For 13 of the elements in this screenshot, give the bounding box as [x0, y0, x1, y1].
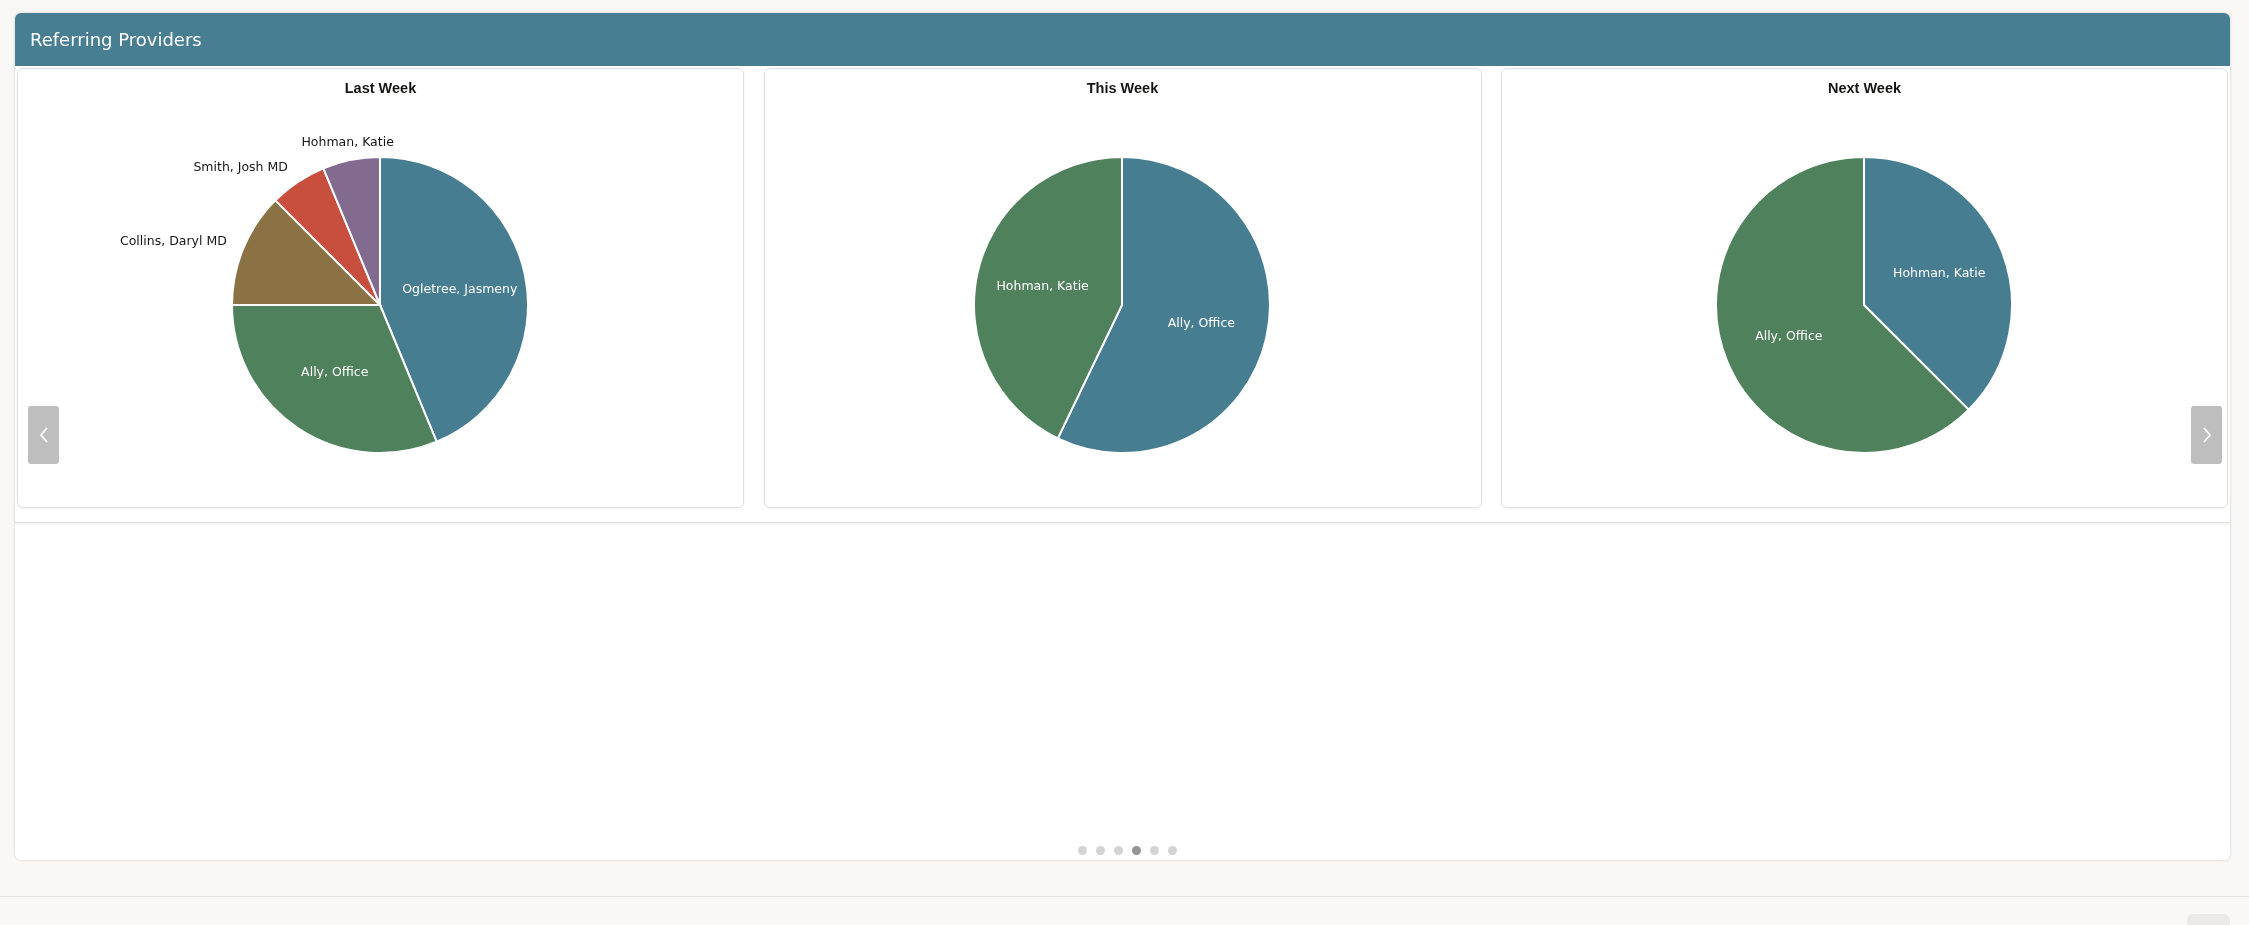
region-title: Referring Providers [30, 29, 202, 50]
slice-label: Hohman, Katie [301, 133, 394, 149]
slice-label: Smith, Josh MD [193, 158, 288, 174]
slice-label: Hohman, Katie [996, 278, 1089, 294]
slice-label: Ally, Office [1167, 314, 1235, 330]
slice-label: Ally, Office [1755, 327, 1823, 343]
chart-title: This Week [1086, 79, 1159, 98]
slice-label: Collins, Daryl MD [120, 233, 227, 249]
slice-label: Hohman, Katie [1893, 265, 1986, 281]
chart-title: Next Week [1827, 79, 1902, 98]
slice-label: Ally, Office [301, 364, 369, 380]
chart-title: Last Week [344, 79, 417, 98]
slice-label: Ogletree, Jasmeny [402, 280, 518, 296]
